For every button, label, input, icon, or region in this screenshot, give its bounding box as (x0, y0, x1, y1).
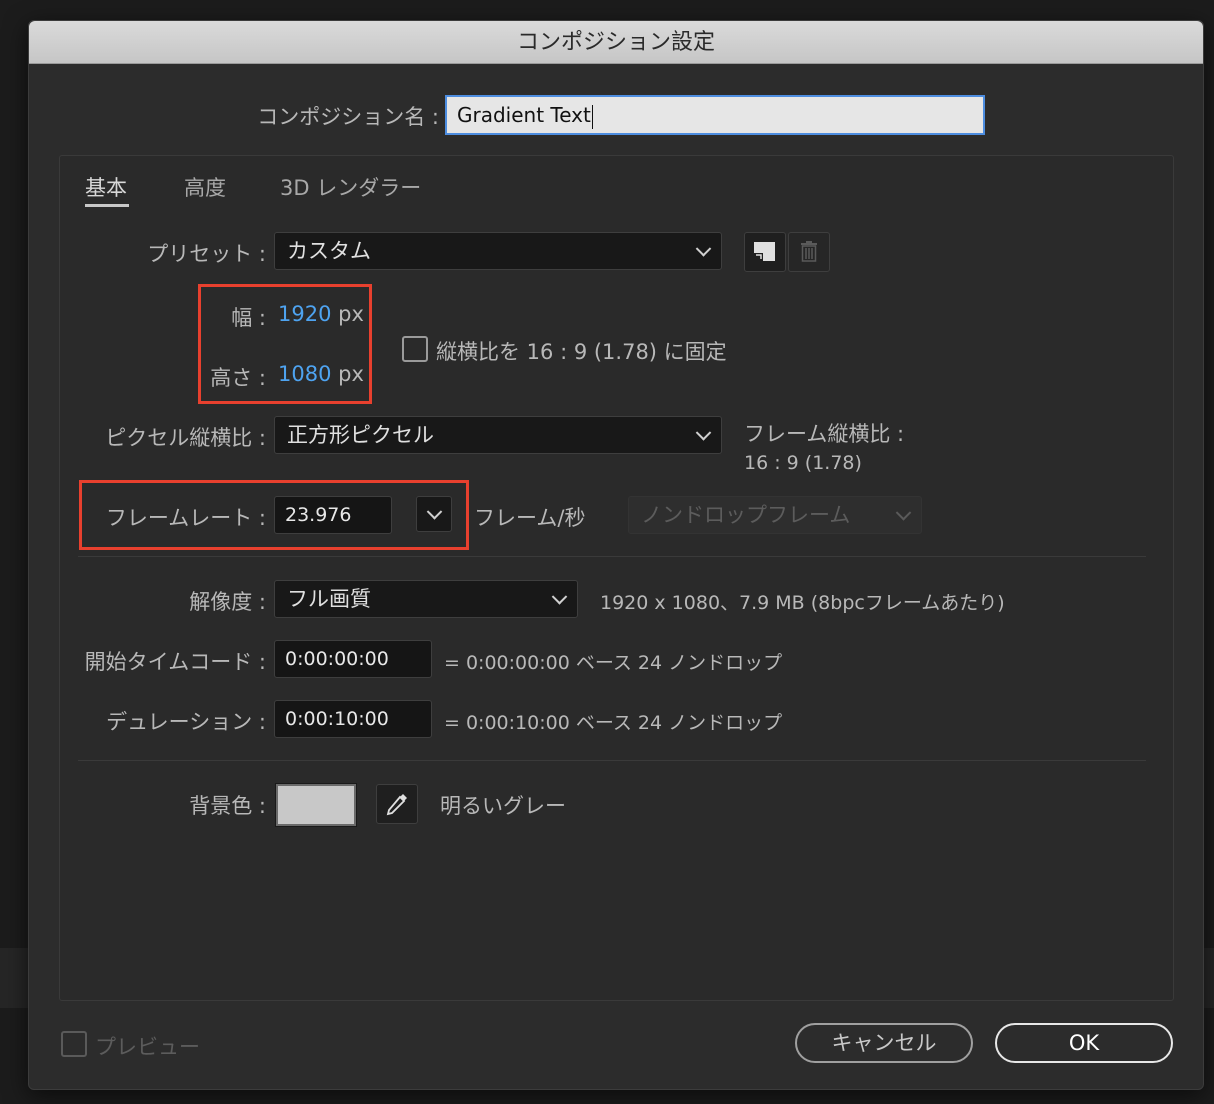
ok-button[interactable]: OK (995, 1023, 1173, 1063)
trash-icon (801, 241, 817, 262)
lock-aspect-checkbox[interactable] (402, 336, 428, 362)
duration-info: = 0:00:10:00 ベース 24 ノンドロップ (444, 712, 783, 734)
section-divider (78, 556, 1146, 557)
start-timecode-info: = 0:00:00:00 ベース 24 ノンドロップ (444, 652, 783, 674)
preset-select[interactable]: カスタム (274, 232, 722, 270)
lock-aspect-label: 縦横比を 16 : 9 (1.78) に固定 (436, 340, 727, 364)
chevron-down-icon (695, 425, 712, 441)
tab-3d-renderer[interactable]: 3D レンダラー (280, 172, 421, 202)
background-color-name: 明るいグレー (440, 794, 566, 818)
drop-frame-select: ノンドロップフレーム (628, 496, 922, 534)
preset-label: プリセット : (147, 242, 266, 266)
chevron-down-icon (551, 589, 568, 605)
save-preset-button[interactable] (744, 232, 786, 272)
chevron-down-icon (695, 241, 712, 257)
frame-rate-unit: フレーム/秒 (474, 506, 586, 530)
highlight-box-dimensions (198, 284, 372, 404)
start-timecode-input[interactable]: 0:00:00:00 (274, 640, 432, 678)
start-timecode-label: 開始タイムコード : (84, 650, 266, 674)
pixel-aspect-select[interactable]: 正方形ピクセル (274, 416, 722, 454)
resolution-info: 1920 x 1080、7.9 MB (8bpcフレームあたり) (600, 592, 1005, 614)
frame-aspect-label: フレーム縦横比 : (744, 422, 905, 446)
background-color-label: 背景色 : (189, 794, 266, 818)
eyedropper-icon (386, 794, 407, 816)
composition-settings-dialog: コンポジション設定 コンポジション名 : Gradient Text 基本 高度… (28, 20, 1204, 1090)
section-divider (78, 760, 1146, 761)
text-caret (591, 104, 593, 129)
settings-panel: 基本 高度 3D レンダラー プリセット : カスタム 幅: 1920 px … (59, 155, 1174, 1001)
resolution-select[interactable]: フル画質 (274, 580, 578, 618)
cancel-button[interactable]: キャンセル (795, 1023, 973, 1063)
active-tab-indicator (85, 204, 129, 207)
preview-checkbox[interactable] (61, 1031, 87, 1057)
composition-name-label: コンポジション名 : (257, 105, 439, 129)
eyedropper-button[interactable] (376, 784, 418, 824)
resolution-label: 解像度 : (189, 590, 266, 614)
preview-label: プレビュー (95, 1035, 200, 1059)
background-color-swatch[interactable] (275, 783, 357, 827)
tab-advanced[interactable]: 高度 (184, 172, 226, 202)
duration-input[interactable]: 0:00:10:00 (274, 700, 432, 738)
frame-aspect-value: 16 : 9 (1.78) (744, 452, 862, 474)
composition-name-input[interactable]: Gradient Text (445, 95, 985, 135)
highlight-box-frame-rate (79, 480, 469, 550)
delete-preset-button[interactable] (788, 232, 830, 272)
dialog-title: コンポジション設定 (29, 21, 1203, 64)
save-preset-icon (754, 242, 775, 261)
duration-label: デュレーション : (106, 710, 266, 734)
tab-basic[interactable]: 基本 (85, 172, 127, 202)
pixel-aspect-label: ピクセル縦横比 : (105, 426, 266, 450)
chevron-down-icon (895, 505, 912, 521)
